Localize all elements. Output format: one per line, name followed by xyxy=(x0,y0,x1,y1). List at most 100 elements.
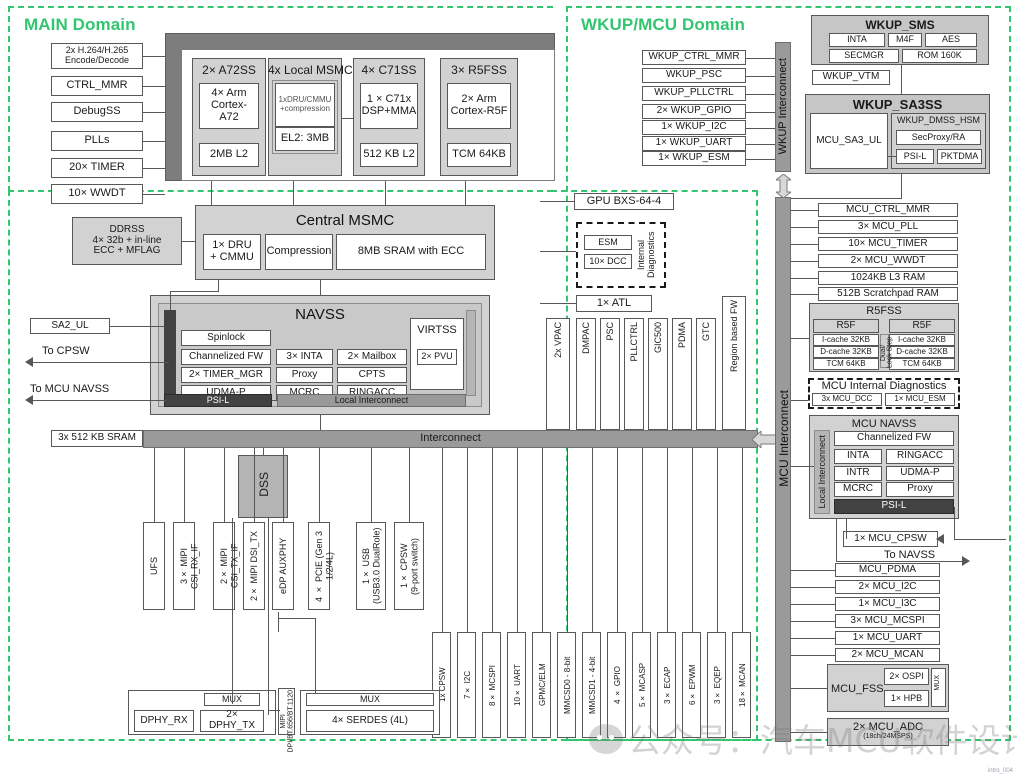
cluster-mem-0[interactable]: 2MB L2 xyxy=(199,143,259,167)
wkup-left-block-1[interactable]: WKUP_PSC xyxy=(642,68,746,83)
mcu-top-block-5[interactable]: 512B Scratchpad RAM xyxy=(818,287,958,301)
mcu-navss-c1-1[interactable]: INTR xyxy=(834,466,882,481)
mcu-navss-c1-2[interactable]: MCRC xyxy=(834,482,882,497)
sms-inta[interactable]: INTA xyxy=(829,33,885,47)
mcu-navss-c2-2[interactable]: Proxy xyxy=(886,482,954,497)
connector-line xyxy=(746,112,775,113)
connector-line xyxy=(742,448,743,632)
sms-secmgr[interactable]: SECMGR xyxy=(829,49,899,63)
cluster-core-3[interactable]: 2× Arm Cortex-R5F xyxy=(447,83,511,129)
wkup-left-block-2[interactable]: WKUP_PLLCTRL xyxy=(642,86,746,101)
midright-label-3: PLLCTRL xyxy=(629,322,639,362)
navss-c2-1[interactable]: Proxy xyxy=(276,367,333,383)
mcu-bottom-block-4[interactable]: 1× MCU_UART xyxy=(835,631,940,645)
r5f-core-left-title: R5F xyxy=(813,319,879,333)
navss-c2-0[interactable]: 3× INTA xyxy=(276,349,333,365)
main-left-block-5[interactable]: 10× WWDT xyxy=(51,184,143,204)
mcu-bottom-block-2[interactable]: 1× MCU_I3C xyxy=(835,597,940,611)
connector-line xyxy=(746,76,775,77)
msmc-sub-0[interactable]: 1× DRU + CMMU xyxy=(203,234,261,270)
navss-c1-2[interactable]: 2× TIMER_MGR xyxy=(181,367,271,383)
main-left-block-1[interactable]: CTRL_MMR xyxy=(51,76,143,96)
connector-line xyxy=(791,244,818,245)
mcu-top-block-0[interactable]: MCU_CTRL_MMR xyxy=(818,203,958,217)
main-left-block-3[interactable]: PLLs xyxy=(51,131,143,151)
navss-psi-l-vertical-bus xyxy=(164,310,176,402)
r5f-left-row-1: D-cache 32KB xyxy=(813,346,879,358)
mcu-esm-block[interactable]: 1× MCU_ESM xyxy=(885,393,955,406)
cluster-mem-3[interactable]: TCM 64KB xyxy=(447,143,511,167)
wkup-left-block-5[interactable]: 1× WKUP_UART xyxy=(642,136,746,151)
wkup-dmss-hsm-title: WKUP_DMSS_HSM xyxy=(896,115,980,125)
main-left-block-2[interactable]: DebugSS xyxy=(51,102,143,122)
cluster-mem-2[interactable]: 512 KB L2 xyxy=(360,143,418,167)
mcu-navss-c2-0[interactable]: RINGACC xyxy=(886,449,954,464)
navss-c3-1[interactable]: CPTS xyxy=(337,367,407,383)
navss-c1-1[interactable]: Channelized FW xyxy=(181,349,271,365)
wkup-left-block-3[interactable]: 2× WKUP_GPIO xyxy=(642,104,746,119)
mcu-navss-channelized-fw[interactable]: Channelized FW xyxy=(834,431,954,446)
navss-c1-0[interactable]: Spinlock xyxy=(181,330,271,346)
connector-line xyxy=(342,118,353,119)
internal-diagnostics-label: Internal Diagnostics xyxy=(636,231,656,279)
cluster-core-0[interactable]: 4× Arm Cortex-A72 xyxy=(199,83,259,129)
mcu-dcc-block[interactable]: 3x MCU_DCC xyxy=(812,393,882,406)
wkup-vtm-block[interactable]: WKUP_VTM xyxy=(812,70,890,85)
dcc-block[interactable]: 10× DCC xyxy=(584,254,632,269)
mcu-top-block-2[interactable]: 10× MCU_TIMER xyxy=(818,237,958,251)
periph-label-7: 4 × GPIO xyxy=(612,666,622,704)
wkup-left-block-6[interactable]: 1× WKUP_ESM xyxy=(642,151,746,166)
connector-line xyxy=(542,448,543,632)
esm-block[interactable]: ESM xyxy=(584,235,632,250)
msmc-sub-2[interactable]: 8MB SRAM with ECC xyxy=(336,234,486,270)
mcu-sa3-ul-block[interactable]: MCU_SA3_UL xyxy=(810,113,888,169)
midright-label-1: DMPAC xyxy=(581,322,591,354)
mcu-top-block-3[interactable]: 2× MCU_WWDT xyxy=(818,254,958,268)
wkup-left-block-4[interactable]: 1× WKUP_I2C xyxy=(642,120,746,135)
mcu-navss-c1-0[interactable]: INTA xyxy=(834,449,882,464)
mcu-navss-local-interconnect-label: Local Interconnect xyxy=(817,435,827,509)
mcu-top-block-4[interactable]: 1024KB L3 RAM xyxy=(818,271,958,285)
cluster-core-2[interactable]: 1 × C71x DSP+MMA xyxy=(360,83,418,129)
mcu-fss-hpb[interactable]: 1× HPB xyxy=(884,690,929,707)
sms-aes[interactable]: AES xyxy=(925,33,977,47)
wkup-left-block-0[interactable]: WKUP_CTRL_MMR xyxy=(642,50,746,65)
mcu-bottom-block-5[interactable]: 2× MCU_MCAN xyxy=(835,648,940,662)
ddrss-block[interactable]: DDRSS 4× 32b + in-line ECC + MFLAG xyxy=(72,217,182,265)
mcu-bottom-block-3[interactable]: 3× MCU_MCSPI xyxy=(835,614,940,628)
main-left-block-0[interactable]: 2x H.264/H.265 Encode/Decode xyxy=(51,43,143,69)
phy-label-0: UFS xyxy=(149,557,159,575)
dphy-tx-block[interactable]: 2× DPHY_TX xyxy=(200,709,264,732)
connector-line xyxy=(143,141,165,142)
pktdma-block[interactable]: PKTDMA xyxy=(937,149,982,164)
mcu-cpsw-block[interactable]: 1× MCU_CPSW xyxy=(843,531,938,547)
connector-line xyxy=(617,448,618,632)
connector-line xyxy=(746,144,775,145)
navss-c3-0[interactable]: 2× Mailbox xyxy=(337,349,407,365)
connector-line xyxy=(791,604,835,605)
main-left-block-4[interactable]: 20× TIMER xyxy=(51,158,143,178)
hsm-psi-l-block: PSI-L xyxy=(896,149,934,164)
wkup-sms-title: WKUP_SMS xyxy=(865,18,935,32)
mcu-fss-ospi[interactable]: 2× OSPI xyxy=(884,668,929,685)
watermark-logo xyxy=(589,724,623,754)
atl-block[interactable]: 1× ATL xyxy=(576,295,652,312)
mcu-navss-c2-1[interactable]: UDMA-P xyxy=(886,466,954,481)
sms-rom[interactable]: ROM 160K xyxy=(902,49,977,63)
sa2-ul-block[interactable]: SA2_UL xyxy=(30,318,110,334)
mcu-bottom-block-0[interactable]: MCU_PDMA xyxy=(835,563,940,577)
sram-block[interactable]: 3x 512 KB SRAM xyxy=(51,430,143,447)
soc-block-diagram: MAIN Domain WKUP/MCU Domain 2x H.264/H.2… xyxy=(0,0,1017,775)
sms-m4f[interactable]: M4F xyxy=(888,33,922,47)
connector-line xyxy=(517,448,518,632)
serdes-mux[interactable]: MUX xyxy=(306,693,434,706)
mcu-bottom-block-1[interactable]: 2× MCU_I2C xyxy=(835,580,940,594)
serdes-block[interactable]: 4× SERDES (4L) xyxy=(306,710,434,732)
connector-line xyxy=(254,448,255,522)
dphy-rx-block[interactable]: DPHY_RX xyxy=(134,710,194,732)
gpu-block[interactable]: GPU BXS-64-4 xyxy=(574,193,674,210)
mcu-top-block-1[interactable]: 3× MCU_PLL xyxy=(818,220,958,234)
secproxy-ra-block[interactable]: SecProxy/RA xyxy=(896,130,981,145)
msmc-sub-1[interactable]: Compression xyxy=(265,234,333,270)
main-domain-title: MAIN Domain xyxy=(24,15,136,34)
